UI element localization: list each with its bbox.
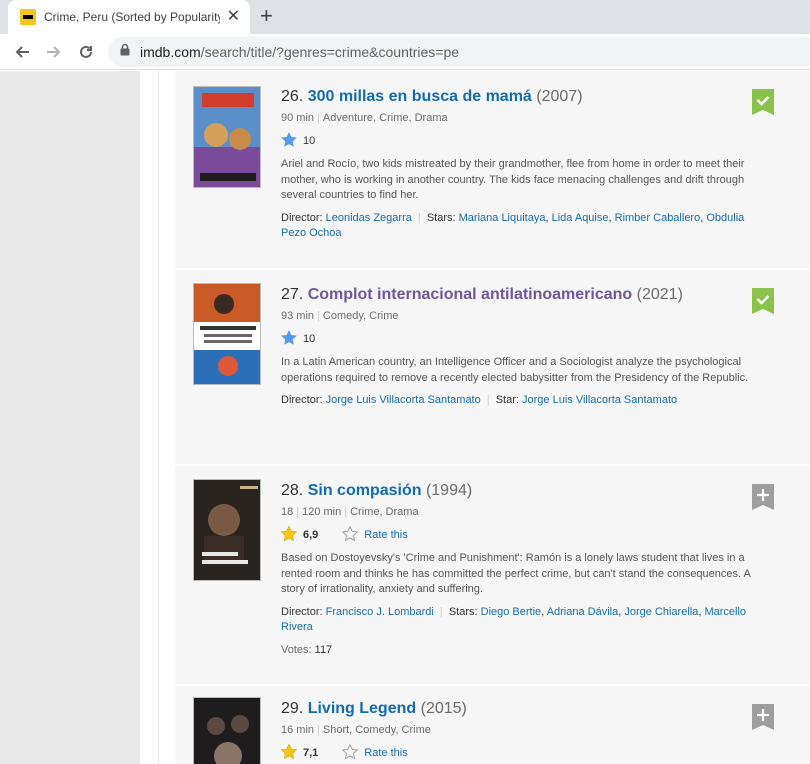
close-tab-icon[interactable]: ✕ — [227, 9, 240, 25]
plot-description: Ariel and Rocío, two kids mistreated by … — [281, 158, 745, 201]
credits: Director: Jorge Luis Villacorta Santamat… — [281, 394, 678, 406]
watchlist-added-ribbon[interactable] — [752, 89, 774, 115]
watchlist-added-ribbon[interactable] — [752, 288, 774, 314]
release-year: (2021) — [636, 286, 683, 303]
list-item: 29. Living Legend (2015) 16 min | Short, C… — [175, 686, 810, 764]
back-icon[interactable] — [10, 40, 34, 64]
list-item: 28. Sin compasión (1994) 18 | 120 min | Crim… — [175, 466, 810, 684]
imdb-favicon-icon — [20, 9, 36, 25]
rate-this-label: Rate this — [364, 529, 408, 541]
result-index: 29. — [281, 700, 304, 717]
plot-description: Based on Dostoyevsky's 'Crime and Punish… — [281, 552, 751, 595]
user-star-icon[interactable] — [281, 330, 297, 348]
rating-row: 6,9 Rate this — [280, 525, 769, 544]
new-tab-icon[interactable]: + — [260, 5, 273, 27]
user-rating-value: 10 — [303, 135, 316, 147]
imdb-star-icon — [280, 743, 298, 762]
poster-image[interactable] — [193, 283, 261, 385]
separator: | — [296, 506, 300, 518]
genres: Short, Comedy, Crime — [322, 724, 431, 736]
imdb-rating-value: 6,9 — [303, 529, 319, 541]
separator: | — [317, 310, 320, 322]
list-item: 27. Complot internacional antilatinoamer… — [175, 270, 810, 464]
credits: Director: Francisco J. Lombardi | Stars:… — [281, 605, 747, 634]
movie-title-link[interactable]: 300 millas en busca de mamá — [308, 88, 532, 105]
page-viewport: 26. 300 millas en busca de mamá (2007) 9… — [0, 71, 810, 764]
certificate: 18 — [281, 506, 294, 518]
rate-this-button[interactable]: Rate this — [341, 525, 408, 544]
list-item: 26. 300 millas en busca de mamá (2007) 9… — [175, 71, 810, 268]
separator: | — [317, 724, 320, 736]
credits: Director: Leonidas Zegarra | Stars: Mari… — [281, 211, 745, 240]
separator: | — [344, 506, 348, 518]
movie-title-link[interactable]: Living Legend — [308, 700, 416, 717]
user-star-icon[interactable] — [281, 132, 297, 150]
movie-title-link[interactable]: Complot internacional antilatinoamerican… — [308, 286, 633, 303]
rate-this-label: Rate this — [364, 747, 408, 759]
runtime: 16 min — [281, 724, 315, 736]
poster-image[interactable] — [193, 697, 261, 764]
url-text: imdb.com/search/title/?genres=crime&coun… — [140, 44, 460, 60]
director-link[interactable]: Jorge Luis Villacorta Santamato — [326, 394, 481, 406]
rating-row: 10 — [281, 330, 769, 348]
browser-tab[interactable]: Crime, Peru (Sorted by Popularity ✕ — [8, 0, 250, 34]
empty-star-icon — [341, 525, 359, 544]
search-results-list: 26. 300 millas en busca de mamá (2007) 9… — [158, 71, 810, 764]
star-link[interactable]: Rimber Caballero — [615, 212, 701, 224]
result-index: 28. — [281, 482, 304, 499]
runtime: 90 min — [281, 112, 315, 124]
runtime: 120 min — [302, 506, 342, 518]
result-index: 26. — [281, 88, 304, 105]
add-to-watchlist-ribbon[interactable] — [752, 484, 774, 510]
result-index: 27. — [281, 286, 304, 303]
reload-icon[interactable] — [74, 40, 98, 64]
empty-star-icon — [341, 743, 359, 762]
plot-description: In a Latin American country, an Intellig… — [281, 356, 749, 384]
browser-toolbar: imdb.com/search/title/?genres=crime&coun… — [0, 34, 810, 70]
movie-title-link[interactable]: Sin compasión — [308, 482, 422, 499]
genres: Comedy, Crime — [322, 310, 399, 322]
user-rating-value: 10 — [303, 333, 316, 345]
rating-row: 7,1 Rate this — [280, 743, 769, 762]
rate-this-button[interactable]: Rate this — [341, 743, 408, 762]
star-link[interactable]: Adriana Dávila — [547, 606, 619, 618]
release-year: (1994) — [425, 482, 473, 499]
director-link[interactable]: Leonidas Zegarra — [326, 212, 412, 224]
votes-count: 117 — [314, 643, 333, 656]
votes: Votes: 117 — [281, 643, 333, 656]
poster-image[interactable] — [193, 86, 261, 188]
star-link[interactable]: Diego Bertie — [481, 606, 542, 618]
star-link[interactable]: Jorge Luis Villacorta Santamato — [522, 394, 677, 406]
runtime: 93 min — [281, 310, 315, 322]
genres: Crime, Drama — [350, 506, 419, 518]
imdb-rating-value: 7,1 — [303, 747, 319, 759]
tab-title: Crime, Peru (Sorted by Popularity — [44, 10, 220, 24]
release-year: (2007) — [536, 88, 583, 105]
rating-row: 10 — [281, 132, 769, 150]
genres: Adventure, Crime, Drama — [322, 112, 448, 124]
left-margin — [0, 71, 140, 764]
star-link[interactable]: Lida Aquise — [552, 212, 609, 224]
star-link[interactable]: Mariana Liquitaya — [459, 212, 546, 224]
tab-strip: Crime, Peru (Sorted by Popularity ✕ + — [0, 0, 810, 34]
star-link[interactable]: Jorge Chiarella — [624, 606, 698, 618]
imdb-star-icon — [280, 525, 298, 544]
separator: | — [317, 112, 320, 124]
forward-icon[interactable] — [42, 40, 66, 64]
director-link[interactable]: Francisco J. Lombardi — [326, 606, 434, 618]
poster-image[interactable] — [193, 479, 261, 581]
address-bar[interactable]: imdb.com/search/title/?genres=crime&coun… — [108, 37, 810, 67]
lock-icon[interactable] — [120, 43, 130, 61]
add-to-watchlist-ribbon[interactable] — [752, 704, 774, 730]
release-year: (2015) — [420, 700, 467, 717]
